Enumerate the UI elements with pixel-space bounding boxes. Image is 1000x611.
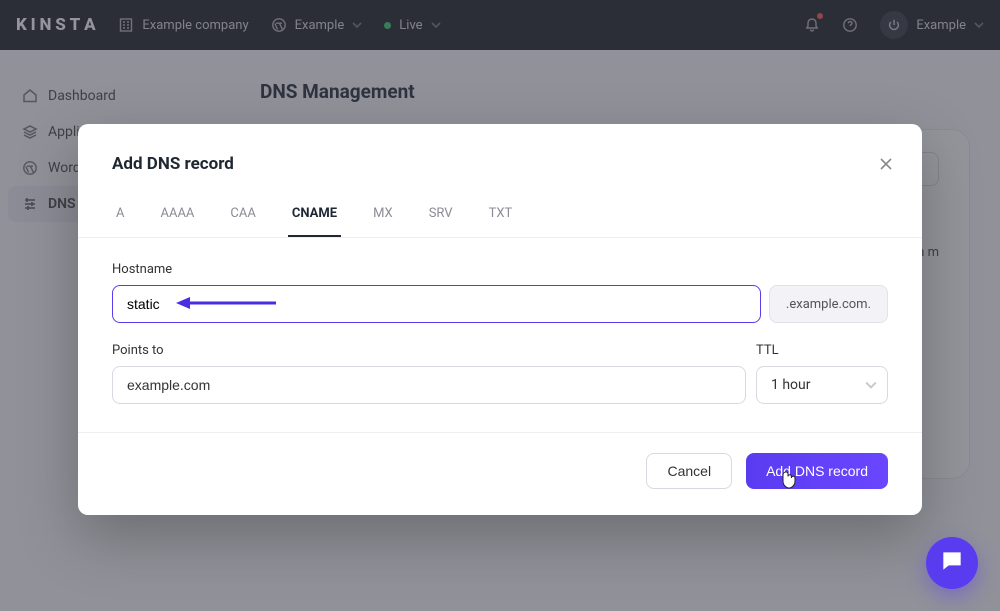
- ttl-label: TTL: [756, 343, 888, 358]
- add-dns-record-modal: Add DNS record A AAAA CAA CNAME MX SRV T…: [78, 124, 922, 515]
- tab-srv[interactable]: SRV: [425, 206, 457, 237]
- add-dns-record-button[interactable]: Add DNS record: [746, 453, 888, 489]
- tab-mx[interactable]: MX: [369, 206, 397, 237]
- hostname-suffix: .example.com.: [769, 285, 888, 323]
- hostname-input[interactable]: [112, 285, 761, 323]
- close-button[interactable]: [874, 154, 898, 178]
- chat-launcher[interactable]: [926, 537, 978, 589]
- modal-title: Add DNS record: [112, 154, 888, 174]
- ttl-value: 1 hour: [771, 377, 811, 393]
- chat-icon: [939, 548, 965, 578]
- pointsto-input[interactable]: [112, 366, 746, 404]
- cancel-button[interactable]: Cancel: [646, 453, 732, 489]
- tab-caa[interactable]: CAA: [226, 206, 259, 237]
- hostname-label: Hostname: [112, 262, 888, 277]
- tab-a[interactable]: A: [112, 206, 128, 237]
- tab-cname[interactable]: CNAME: [288, 206, 341, 237]
- record-type-tabs: A AAAA CAA CNAME MX SRV TXT: [78, 206, 922, 238]
- pointsto-label: Points to: [112, 343, 746, 358]
- ttl-select[interactable]: 1 hour: [756, 366, 888, 404]
- tab-aaaa[interactable]: AAAA: [156, 206, 198, 237]
- close-icon: [879, 156, 893, 176]
- tab-txt[interactable]: TXT: [485, 206, 517, 237]
- chevron-down-icon: [865, 379, 877, 395]
